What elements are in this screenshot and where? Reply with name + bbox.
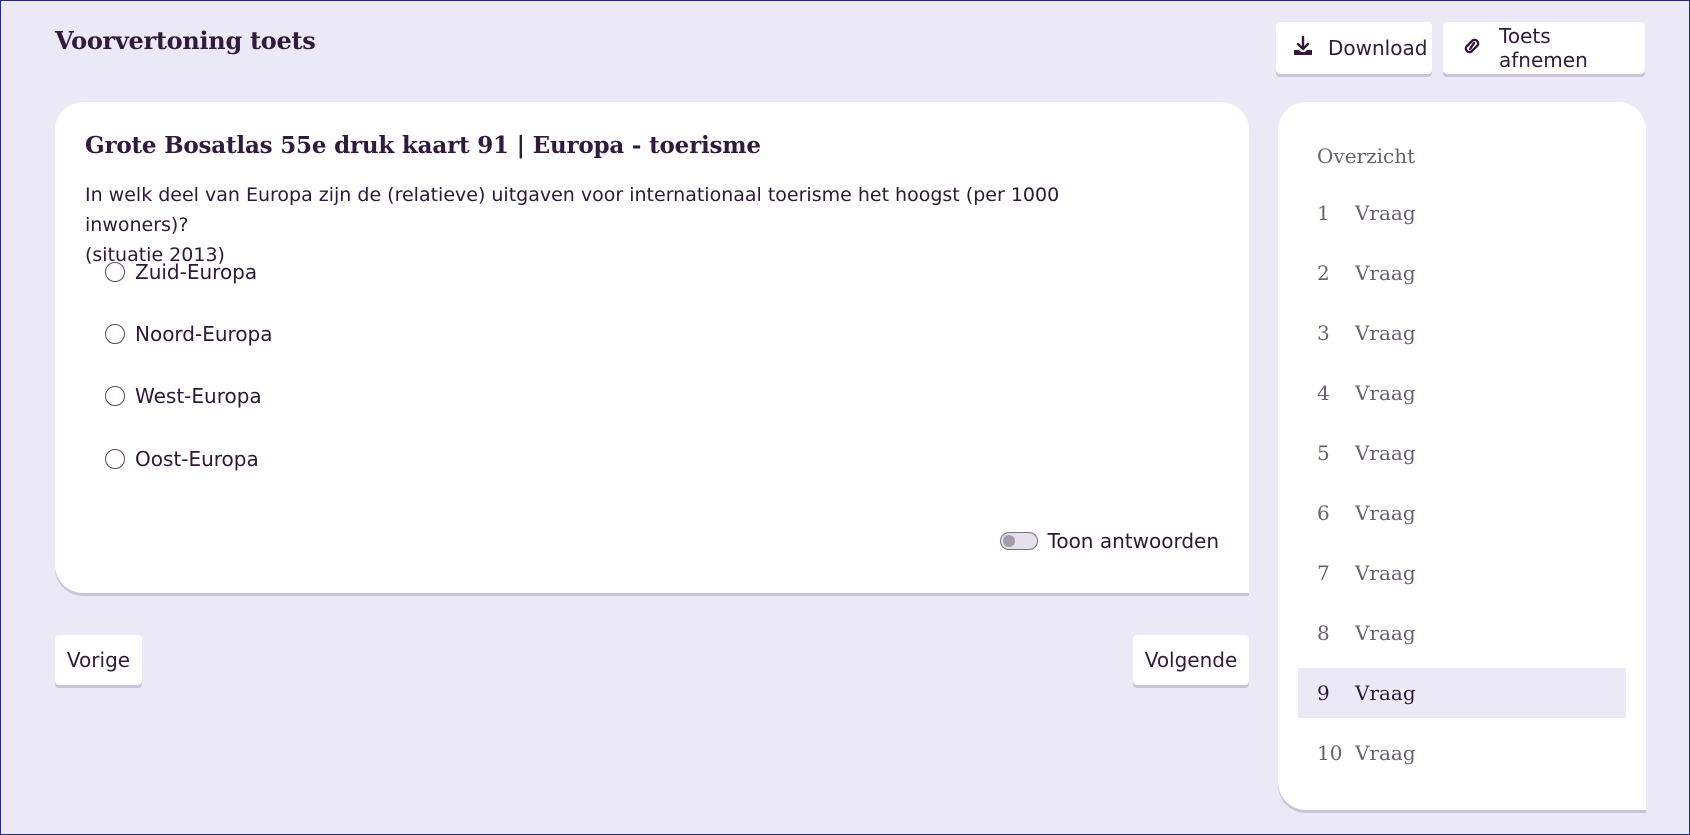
sidebar-heading: Overzicht [1317,144,1416,168]
show-answers-label: Toon antwoorden [1047,529,1219,553]
sidebar-item-question[interactable]: 1 Vraag [1298,188,1626,238]
sidebar-item-question-active[interactable]: 9 Vraag [1298,668,1626,718]
show-answers-control[interactable]: Toon antwoorden [999,529,1219,553]
question-text-line1: In welk deel van Europa zijn de (relatie… [85,184,1060,236]
question-number: 6 [1317,501,1330,525]
question-label: Vraag [1355,741,1416,765]
radio-button[interactable] [105,324,125,344]
question-card: Grote Bosatlas 55e druk kaart 91 | Europ… [55,102,1249,593]
question-number: 1 [1317,201,1330,225]
radio-button[interactable] [105,449,125,469]
question-label: Vraag [1355,621,1416,645]
answer-option-label: Zuid-Europa [135,260,258,284]
question-label: Vraag [1355,381,1416,405]
question-number: 5 [1317,441,1330,465]
question-label: Vraag [1355,261,1416,285]
question-number: 8 [1317,621,1330,645]
show-answers-toggle[interactable] [999,532,1038,550]
next-button[interactable]: Volgende [1133,635,1249,685]
previous-button[interactable]: Vorige [55,635,142,685]
question-number: 4 [1317,381,1330,405]
sidebar-item-question[interactable]: 4 Vraag [1298,368,1626,418]
download-label: Download [1328,36,1428,60]
question-number: 10 [1317,741,1343,765]
sidebar-item-question[interactable]: 6 Vraag [1298,488,1626,538]
question-number: 9 [1317,681,1330,705]
question-label: Vraag [1355,441,1416,465]
question-label: Vraag [1355,501,1416,525]
sidebar-item-question[interactable]: 7 Vraag [1298,548,1626,598]
download-button[interactable]: Download [1276,22,1432,74]
overview-sidebar: Overzicht 1 Vraag 2 Vraag 3 Vraag 4 Vraag 5 V… [1278,102,1646,810]
take-test-button[interactable]: Toets afnemen [1443,22,1645,74]
answer-option-label: West-Europa [135,384,262,408]
toggle-knob [1002,535,1015,547]
question-number: 2 [1317,261,1330,285]
radio-button[interactable] [105,262,125,282]
question-title: Grote Bosatlas 55e druk kaart 91 | Europ… [85,132,761,159]
answer-option-label: Noord-Europa [135,322,273,346]
question-text: In welk deel van Europa zijn de (relatie… [85,180,1165,270]
sidebar-item-question[interactable]: 10 Vraag [1298,728,1626,778]
answer-option[interactable]: Zuid-Europa [105,260,257,284]
answer-option[interactable]: Oost-Europa [105,447,259,471]
question-label: Vraag [1355,201,1416,225]
question-label: Vraag [1355,561,1416,585]
question-label: Vraag [1355,681,1416,705]
sidebar-item-question[interactable]: 5 Vraag [1298,428,1626,478]
answer-option[interactable]: Noord-Europa [105,322,273,346]
question-label: Vraag [1355,321,1416,345]
sidebar-item-question[interactable]: 8 Vraag [1298,608,1626,658]
question-number: 7 [1317,561,1330,585]
link-icon [1459,35,1485,62]
question-list: 1 Vraag 2 Vraag 3 Vraag 4 Vraag 5 Vraag 6 Vraa… [1298,188,1626,788]
sidebar-item-question[interactable]: 3 Vraag [1298,308,1626,358]
page-title: Voorvertoning toets [55,26,316,55]
take-test-label: Toets afnemen [1499,24,1588,72]
answer-option-label: Oost-Europa [135,447,259,471]
sidebar-item-question[interactable]: 2 Vraag [1298,248,1626,298]
download-icon [1292,35,1314,62]
radio-button[interactable] [105,386,125,406]
question-number: 3 [1317,321,1330,345]
answer-option[interactable]: West-Europa [105,384,262,408]
